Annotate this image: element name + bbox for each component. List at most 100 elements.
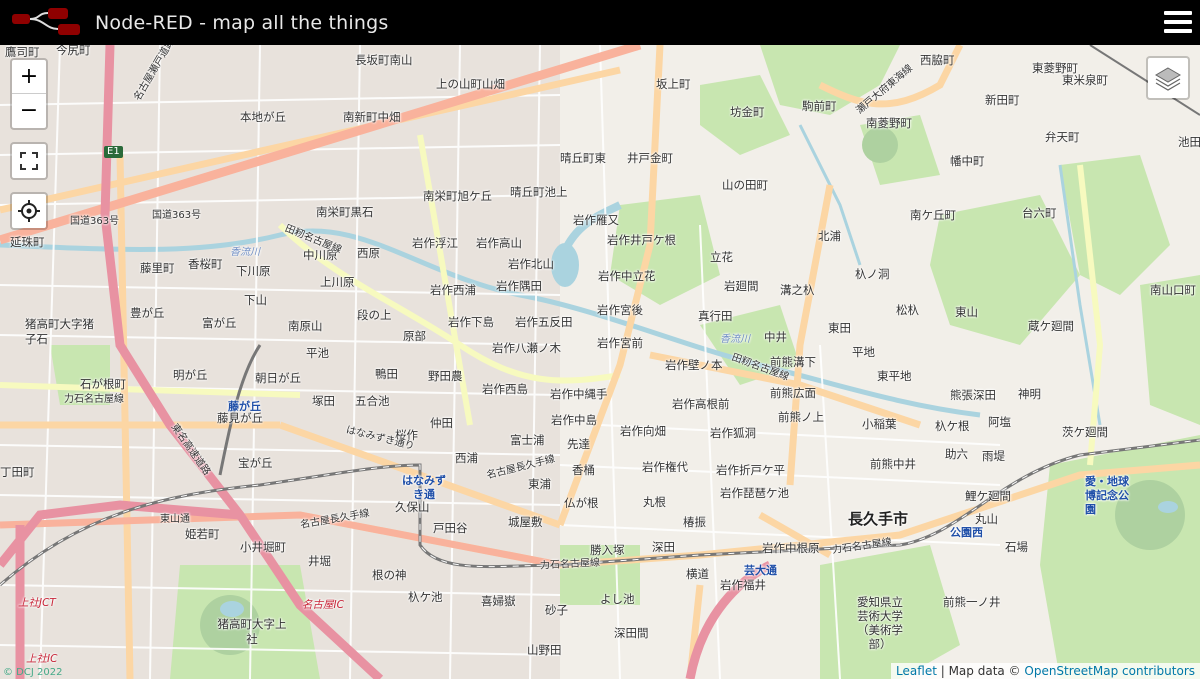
map-label: 平地 [852, 345, 875, 359]
map-label: 南新町中畑 [343, 110, 401, 124]
attribution-separator: | Map data © [936, 664, 1025, 678]
map-label: 池田 [1178, 135, 1200, 149]
map-label: 岩作西浦 [430, 283, 476, 297]
map-label: 坊金町 [730, 105, 765, 119]
road-label: 力石名古屋線 [64, 394, 124, 405]
map-label: 仏が根 [564, 496, 599, 510]
map-label: 本地が丘 [240, 110, 286, 124]
map-label: 晴丘町東 [560, 151, 606, 165]
map-label: 茨ケ廻間 [1062, 425, 1108, 439]
map-label: 原部 [403, 329, 426, 343]
map-label: 先達 [567, 437, 590, 451]
map-label: 岩作宮前 [597, 336, 643, 350]
map-label: 弁天町 [1045, 130, 1080, 144]
map-label: 鯉ケ廻間 [965, 489, 1011, 503]
map-label: 根の神 [372, 568, 407, 582]
zoom-in-button[interactable]: + [12, 60, 46, 94]
hamburger-menu-icon[interactable] [1164, 11, 1192, 35]
app-window: Node-RED - map all the things 鷹司町 今尻町 長坂… [0, 0, 1200, 679]
leaflet-link[interactable]: Leaflet [896, 664, 937, 678]
map-label: 岩作北山 [508, 257, 554, 271]
map-label: 勝入塚 [590, 543, 625, 557]
map-label: 鷹司町 [5, 45, 40, 59]
map-label: 前熊ノ上 [778, 410, 824, 424]
map-label: 鴨田 [375, 367, 398, 381]
map-label: 岩作福井 [720, 578, 766, 592]
river-label: 香流川 [230, 247, 260, 258]
map-label: 久保山 [395, 500, 430, 514]
map-label: 平池 [306, 346, 329, 360]
map-label: 東田 [828, 321, 851, 335]
map-label: 岩作井戸ケ根 [607, 233, 676, 247]
map-label: 岩作中縄手 [550, 387, 608, 401]
map-label: 前熊一ノ井 [943, 595, 1001, 609]
map-label: 真行田 [698, 309, 733, 323]
map-label: 明が丘 [173, 368, 208, 382]
node-red-logo-icon [12, 8, 80, 35]
map-label: 富士浦 [510, 433, 545, 447]
map-label: 杁ケ根 [935, 419, 970, 433]
map-label: 南原山 [288, 319, 323, 333]
map-label: 岩作雁又 [573, 213, 619, 227]
layers-button[interactable] [1146, 56, 1190, 100]
map-label: 松杁 [896, 303, 919, 317]
map-label: 杁ケ池 [408, 590, 443, 604]
zoom-out-button[interactable]: − [12, 94, 46, 128]
map-label: 晴丘町池上 [510, 185, 568, 199]
map-label: 岩作高山 [476, 236, 522, 250]
road-label: 東山通 [160, 514, 190, 525]
map-label: 井堀 [308, 554, 331, 568]
map-label: 岩作浮江 [412, 236, 458, 250]
map-label: 台六町 [1022, 206, 1057, 220]
map-label: 岩作狐洞 [710, 426, 756, 440]
map-label: 阿塩 [988, 415, 1011, 429]
map-label: 幡中町 [950, 154, 985, 168]
map-label: 猪高町大字上社 [217, 617, 287, 646]
map-label: 蔵ケ廻間 [1028, 319, 1074, 333]
map-label: 猪高町大字猪子石 [25, 317, 94, 346]
map-label: 朝日が丘 [255, 371, 301, 385]
map-label: 香桶 [572, 463, 595, 477]
map-label: 下川原 [236, 264, 271, 278]
map-label: 砂子 [545, 603, 568, 617]
map-label: 深田 [652, 540, 675, 554]
road-label: 国道363号 [152, 210, 202, 221]
map-label: 立花 [710, 250, 733, 264]
map-label: 喜婦嶽 [481, 594, 516, 608]
map-label: 仲田 [430, 416, 453, 430]
osm-link[interactable]: OpenStreetMap contributors [1024, 664, 1195, 678]
map-label: 塚田 [312, 394, 335, 408]
map-label: 助六 [945, 447, 968, 461]
map-label: 岩作五反田 [515, 315, 573, 329]
locate-button[interactable] [10, 192, 48, 230]
map-label: 北浦 [818, 229, 841, 243]
map-label: 東平地 [877, 369, 912, 383]
map-label: 山野田 [527, 643, 562, 657]
map-label: 杁ノ洞 [855, 267, 890, 281]
expressway-shield: E1 [104, 146, 123, 158]
map-label: 西原 [357, 246, 380, 260]
map-label: 山の田町 [722, 178, 768, 192]
map-canvas[interactable]: 鷹司町 今尻町 長坂町南山 上の山町山畑 坂上町 西脇町 東菱野町 新田町 東米… [0, 45, 1200, 679]
park-label: 愛・地球博記念公園 [1085, 475, 1129, 516]
map-label: 香桜町 [188, 257, 223, 271]
header-bar: Node-RED - map all the things [0, 0, 1200, 45]
map-label: 下山 [244, 293, 267, 307]
interchange-label: 名古屋IC [302, 599, 344, 611]
map-label: 藤里町 [140, 261, 175, 275]
map-label: 上の山町山畑 [436, 77, 505, 91]
interchange-label: 上社IC [26, 653, 58, 665]
map-label: 東米泉町 [1062, 73, 1108, 87]
map-label: 岩作向畑 [620, 424, 666, 438]
map-label: 小井堀町 [240, 540, 286, 554]
map-label: よし池 [600, 592, 635, 606]
map-label: 雨堤 [982, 449, 1005, 463]
map-label: 戸田谷 [433, 521, 468, 535]
map-label: 岩作隅田 [496, 279, 542, 293]
map-label: 岩作八瀬ノ木 [492, 341, 561, 355]
fullscreen-button[interactable] [10, 142, 48, 180]
copyright-text: © DCJ 2022 [3, 667, 63, 678]
layers-icon [1155, 67, 1181, 91]
city-label: 長久手市 [848, 510, 909, 528]
map-label: 南山口町 [1150, 283, 1196, 297]
